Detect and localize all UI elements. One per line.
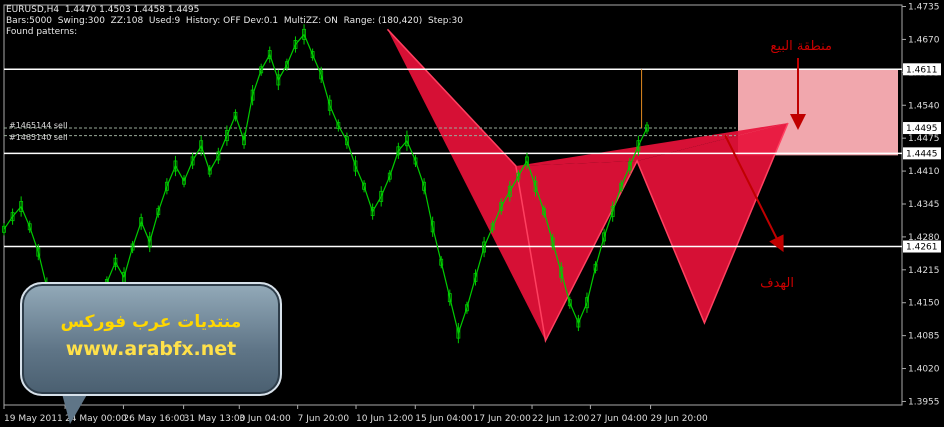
x-tick-label: 31 May 13:00 xyxy=(184,414,246,424)
price-label: 1.4611 xyxy=(906,65,938,75)
x-tick-label: 3 Jun 04:00 xyxy=(239,414,291,424)
watermark-bubble: منتديات عرب فوركس www.arabfx.net xyxy=(20,282,282,396)
target-label: الهدف xyxy=(760,276,794,291)
sell-zone-label: منطقة البيع xyxy=(770,39,832,54)
order-label: #1465144 sell xyxy=(9,121,67,130)
x-tick-label: 27 Jun 04:00 xyxy=(590,414,647,424)
price-label: 1.4445 xyxy=(906,149,938,159)
symbol-info: EURUSD,H4 1.4470 1.4503 1.4458 1.4495 xyxy=(6,5,200,15)
forum-name: منتديات عرب فوركس xyxy=(60,312,242,332)
harmonic-pattern xyxy=(386,28,789,344)
order-label: #1465140 sell xyxy=(9,133,67,142)
x-tick-label: 7 Jun 20:00 xyxy=(298,414,350,424)
patterns-status: Found patterns: xyxy=(6,27,78,37)
y-tick-label: 1.4410 xyxy=(908,167,940,177)
y-tick-label: 1.3955 xyxy=(908,397,940,407)
forum-url: www.arabfx.net xyxy=(65,338,237,360)
indicator-params: Bars:5000 Swing:300 ZZ:108 Used:9 Histor… xyxy=(6,16,463,26)
x-tick-label: 15 Jun 04:00 xyxy=(415,414,472,424)
y-tick-label: 1.4085 xyxy=(908,332,940,342)
x-tick-label: 22 Jun 12:00 xyxy=(532,414,589,424)
y-tick-label: 1.4150 xyxy=(908,299,940,309)
x-tick-label: 29 Jun 20:00 xyxy=(651,414,708,424)
x-tick-label: 17 Jun 20:00 xyxy=(474,414,531,424)
y-tick-label: 1.4540 xyxy=(908,101,940,111)
y-tick-label: 1.4735 xyxy=(908,3,940,13)
y-tick-label: 1.4345 xyxy=(908,200,940,210)
price-label: 1.4261 xyxy=(906,243,938,253)
x-tick-label: 26 May 16:00 xyxy=(123,414,185,424)
y-tick-label: 1.4670 xyxy=(908,35,940,45)
y-tick-label: 1.4215 xyxy=(908,266,940,276)
x-tick-label: 10 Jun 12:00 xyxy=(356,414,413,424)
x-tick-label: 19 May 2011 xyxy=(4,414,63,424)
chart-window: 1.47351.46701.46051.45401.44751.44101.43… xyxy=(0,0,944,427)
price-label: 1.4495 xyxy=(906,124,938,134)
y-tick-label: 1.4020 xyxy=(908,365,940,375)
y-tick-label: 1.4475 xyxy=(908,134,940,144)
